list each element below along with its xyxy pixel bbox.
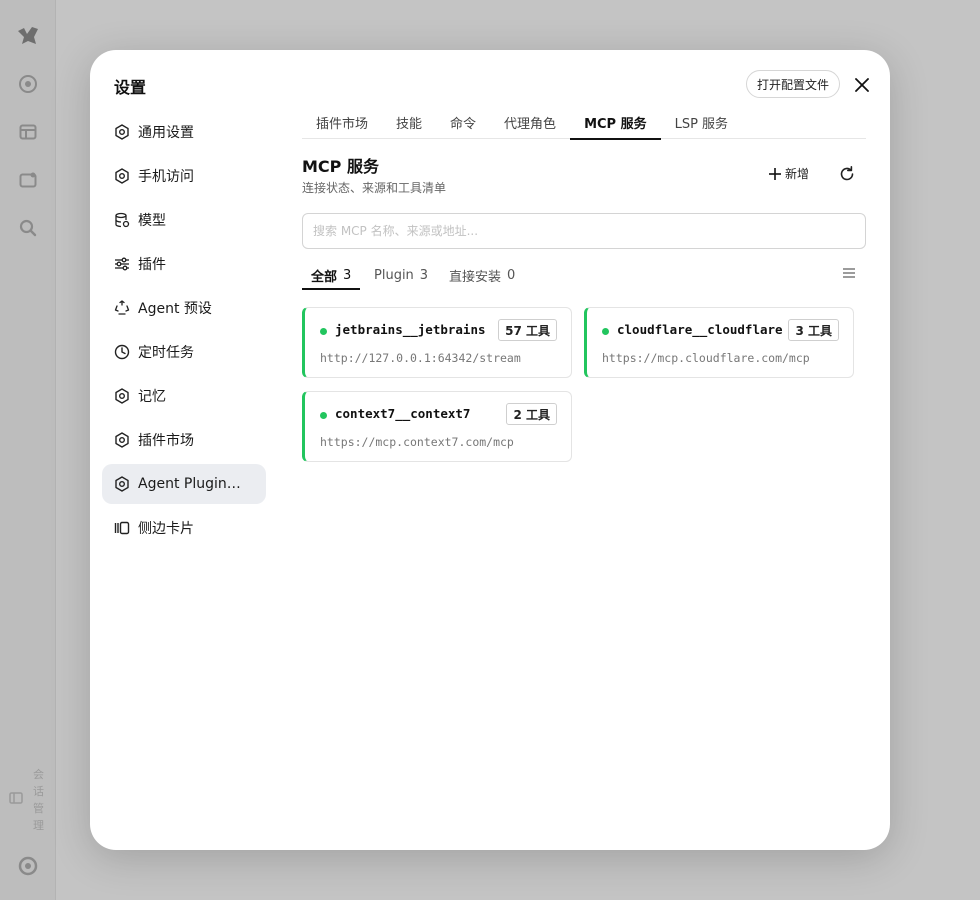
filter-count: 3 [343, 267, 352, 283]
recycle-icon [114, 300, 130, 316]
sidebar-item-label: 通用设置 [138, 125, 194, 141]
section-subtitle: 连接状态、来源和工具清单 [302, 181, 447, 195]
tab-agent-roles[interactable]: 代理角色 [490, 106, 570, 139]
tools-count-badge: 2 工具 [506, 403, 557, 425]
tab-mcp-services[interactable]: MCP 服务 [570, 106, 661, 140]
add-button[interactable]: 新增 [768, 165, 809, 182]
server-name: jetbrains__jetbrains [335, 322, 486, 337]
gear-icon [114, 168, 130, 184]
layout-icon[interactable] [16, 120, 40, 144]
open-config-button[interactable]: 打开配置文件 [746, 70, 841, 98]
sidebar-item-label: 手机访问 [138, 169, 194, 185]
gear-icon [114, 388, 130, 404]
plus-icon [769, 167, 781, 180]
tools-count-badge: 3 工具 [788, 319, 839, 341]
settings-modal: 设置 打开配置文件 通用设置 手机访问 模型 插件 Agent 预设 定时任务 [90, 50, 890, 850]
gear-icon [114, 432, 130, 448]
modal-title: 设置 [114, 78, 147, 97]
compass-icon[interactable] [16, 72, 40, 96]
search-icon[interactable] [16, 216, 40, 240]
filter-label: 全部 [311, 269, 338, 285]
section-header: MCP 服务 连接状态、来源和工具清单 新增 [302, 139, 866, 213]
search-input[interactable] [303, 214, 865, 248]
refresh-icon[interactable] [838, 165, 856, 183]
filter-all[interactable]: 全部 3 [302, 260, 361, 290]
cards-icon [114, 520, 130, 536]
sidebar-item-models[interactable]: 模型 [102, 200, 266, 240]
sidebar-item-agent-plugins[interactable]: Agent Plugins ... [102, 464, 266, 504]
status-dot [602, 328, 609, 335]
clock-icon [114, 344, 130, 360]
sidebar-item-plugins[interactable]: 插件 [102, 244, 266, 284]
status-dot [320, 328, 327, 335]
sliders-icon [114, 256, 130, 272]
sidebar-item-label: 插件 [138, 257, 166, 273]
sessions-icon[interactable] [8, 790, 24, 806]
list-view-icon[interactable] [842, 266, 856, 280]
tab-plugin-market[interactable]: 插件市场 [302, 106, 382, 139]
filter-label: Plugin [374, 267, 414, 283]
content-panel: 插件市场 技能 命令 代理角色 MCP 服务 LSP 服务 MCP 服务 连接状… [302, 106, 866, 213]
filter-label: 直接安装 [449, 269, 502, 285]
filter-plugin[interactable]: Plugin 3 [374, 260, 428, 290]
tab-skills[interactable]: 技能 [382, 106, 436, 139]
sidebar-item-agent-presets[interactable]: Agent 预设 [102, 288, 266, 328]
app-logo-icon [16, 24, 40, 48]
section-title: MCP 服务 [302, 157, 379, 176]
tab-bar: 插件市场 技能 命令 代理角色 MCP 服务 LSP 服务 [302, 106, 866, 140]
app-sidebar: 会话管理 [0, 0, 56, 900]
server-url: https://mcp.context7.com/mcp [320, 435, 514, 449]
tab-lsp-services[interactable]: LSP 服务 [661, 106, 742, 139]
sessions-label[interactable]: 会话管理 [33, 766, 44, 834]
sidebar-item-label: 侧边卡片 [138, 521, 194, 537]
folder-add-icon[interactable] [16, 168, 40, 192]
server-name: cloudflare__cloudflare [617, 322, 783, 337]
sidebar-item-side-cards[interactable]: 侧边卡片 [102, 508, 266, 548]
sidebar-item-label: Agent 预设 [138, 301, 212, 317]
sidebar-item-label: 记忆 [138, 389, 166, 405]
tools-count-badge: 57 工具 [498, 319, 557, 341]
gear-icon [114, 476, 130, 492]
sidebar-item-general[interactable]: 通用设置 [102, 112, 266, 152]
server-url: https://mcp.cloudflare.com/mcp [602, 351, 810, 365]
server-url: http://127.0.0.1:64342/stream [320, 351, 521, 365]
sidebar-item-scheduled-tasks[interactable]: 定时任务 [102, 332, 266, 372]
settings-icon[interactable] [16, 854, 40, 878]
mcp-server-card[interactable]: jetbrains__jetbrains 57 工具 http://127.0.… [302, 307, 572, 378]
sidebar-item-label: Agent Plugins ... [138, 476, 248, 492]
search-box [302, 213, 866, 249]
gear-icon [114, 124, 130, 140]
filter-tabs: 全部 3 Plugin 3 直接安装 0 [302, 260, 866, 290]
sidebar-item-memory[interactable]: 记忆 [102, 376, 266, 416]
settings-sidebar: 通用设置 手机访问 模型 插件 Agent 预设 定时任务 记忆 插件市场 Ag… [102, 112, 266, 552]
filter-count: 0 [507, 267, 516, 283]
sidebar-item-label: 定时任务 [138, 345, 194, 361]
sidebar-item-plugin-market[interactable]: 插件市场 [102, 420, 266, 460]
database-icon [114, 212, 130, 228]
sidebar-item-label: 模型 [138, 213, 166, 229]
mcp-server-card[interactable]: context7__context7 2 工具 https://mcp.cont… [302, 391, 572, 462]
filter-direct-install[interactable]: 直接安装 0 [449, 260, 515, 290]
mcp-server-card[interactable]: cloudflare__cloudflare 3 工具 https://mcp.… [584, 307, 854, 378]
tab-commands[interactable]: 命令 [436, 106, 490, 139]
sidebar-item-mobile-access[interactable]: 手机访问 [102, 156, 266, 196]
add-button-label: 新增 [785, 167, 810, 181]
filter-count: 3 [419, 267, 429, 283]
status-dot [320, 412, 327, 419]
close-icon[interactable] [850, 74, 874, 96]
sidebar-item-label: 插件市场 [138, 433, 194, 449]
server-name: context7__context7 [335, 406, 471, 421]
